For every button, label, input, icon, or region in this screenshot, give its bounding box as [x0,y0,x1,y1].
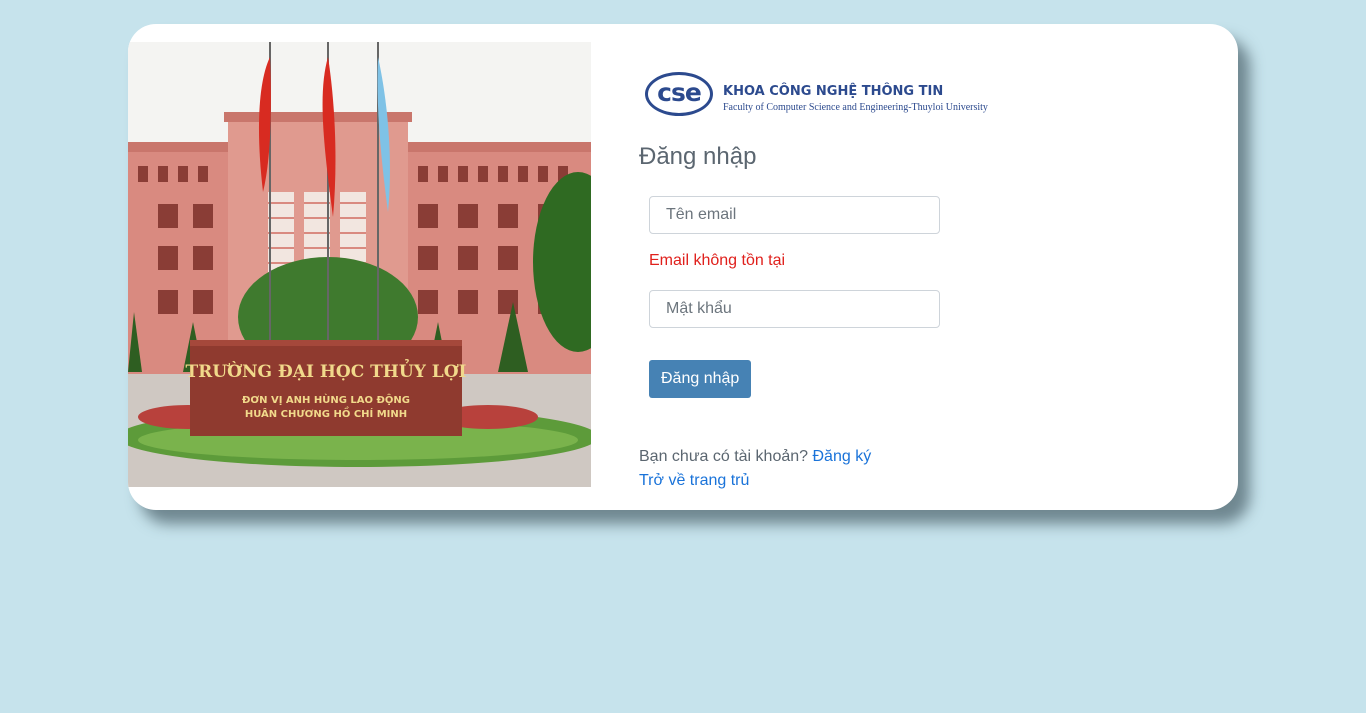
sign-title: TRƯỜNG ĐẠI HỌC THỦY LỢI [186,359,467,382]
email-field[interactable] [649,196,940,234]
home-link[interactable]: Trở về trang trủ [639,472,749,490]
login-button[interactable]: Đăng nhập [649,360,752,398]
password-field[interactable] [649,290,940,328]
campus-image: TRƯỜNG ĐẠI HỌC THỦY LỢI ĐƠN VỊ ANH HÙNG … [128,42,591,487]
register-link[interactable]: Đăng ký [813,448,872,465]
register-line: Bạn chưa có tài khoản? Đăng ký [639,448,871,466]
login-heading: Đăng nhập [639,143,757,170]
logo-title: KHOA CÔNG NGHỆ THÔNG TIN [723,84,944,99]
faculty-logo: cse KHOA CÔNG NGHỆ THÔNG TIN Faculty of … [645,72,1005,122]
cse-logo-icon: cse [645,72,713,116]
logo-subtitle: Faculty of Computer Science and Engineer… [723,102,988,113]
register-prompt: Bạn chưa có tài khoản? [639,448,809,465]
sign-line-2: ĐƠN VỊ ANH HÙNG LAO ĐỘNG [242,393,410,406]
email-error-message: Email không tồn tại [649,252,786,269]
login-card: TRƯỜNG ĐẠI HỌC THỦY LỢI ĐƠN VỊ ANH HÙNG … [128,24,1238,510]
